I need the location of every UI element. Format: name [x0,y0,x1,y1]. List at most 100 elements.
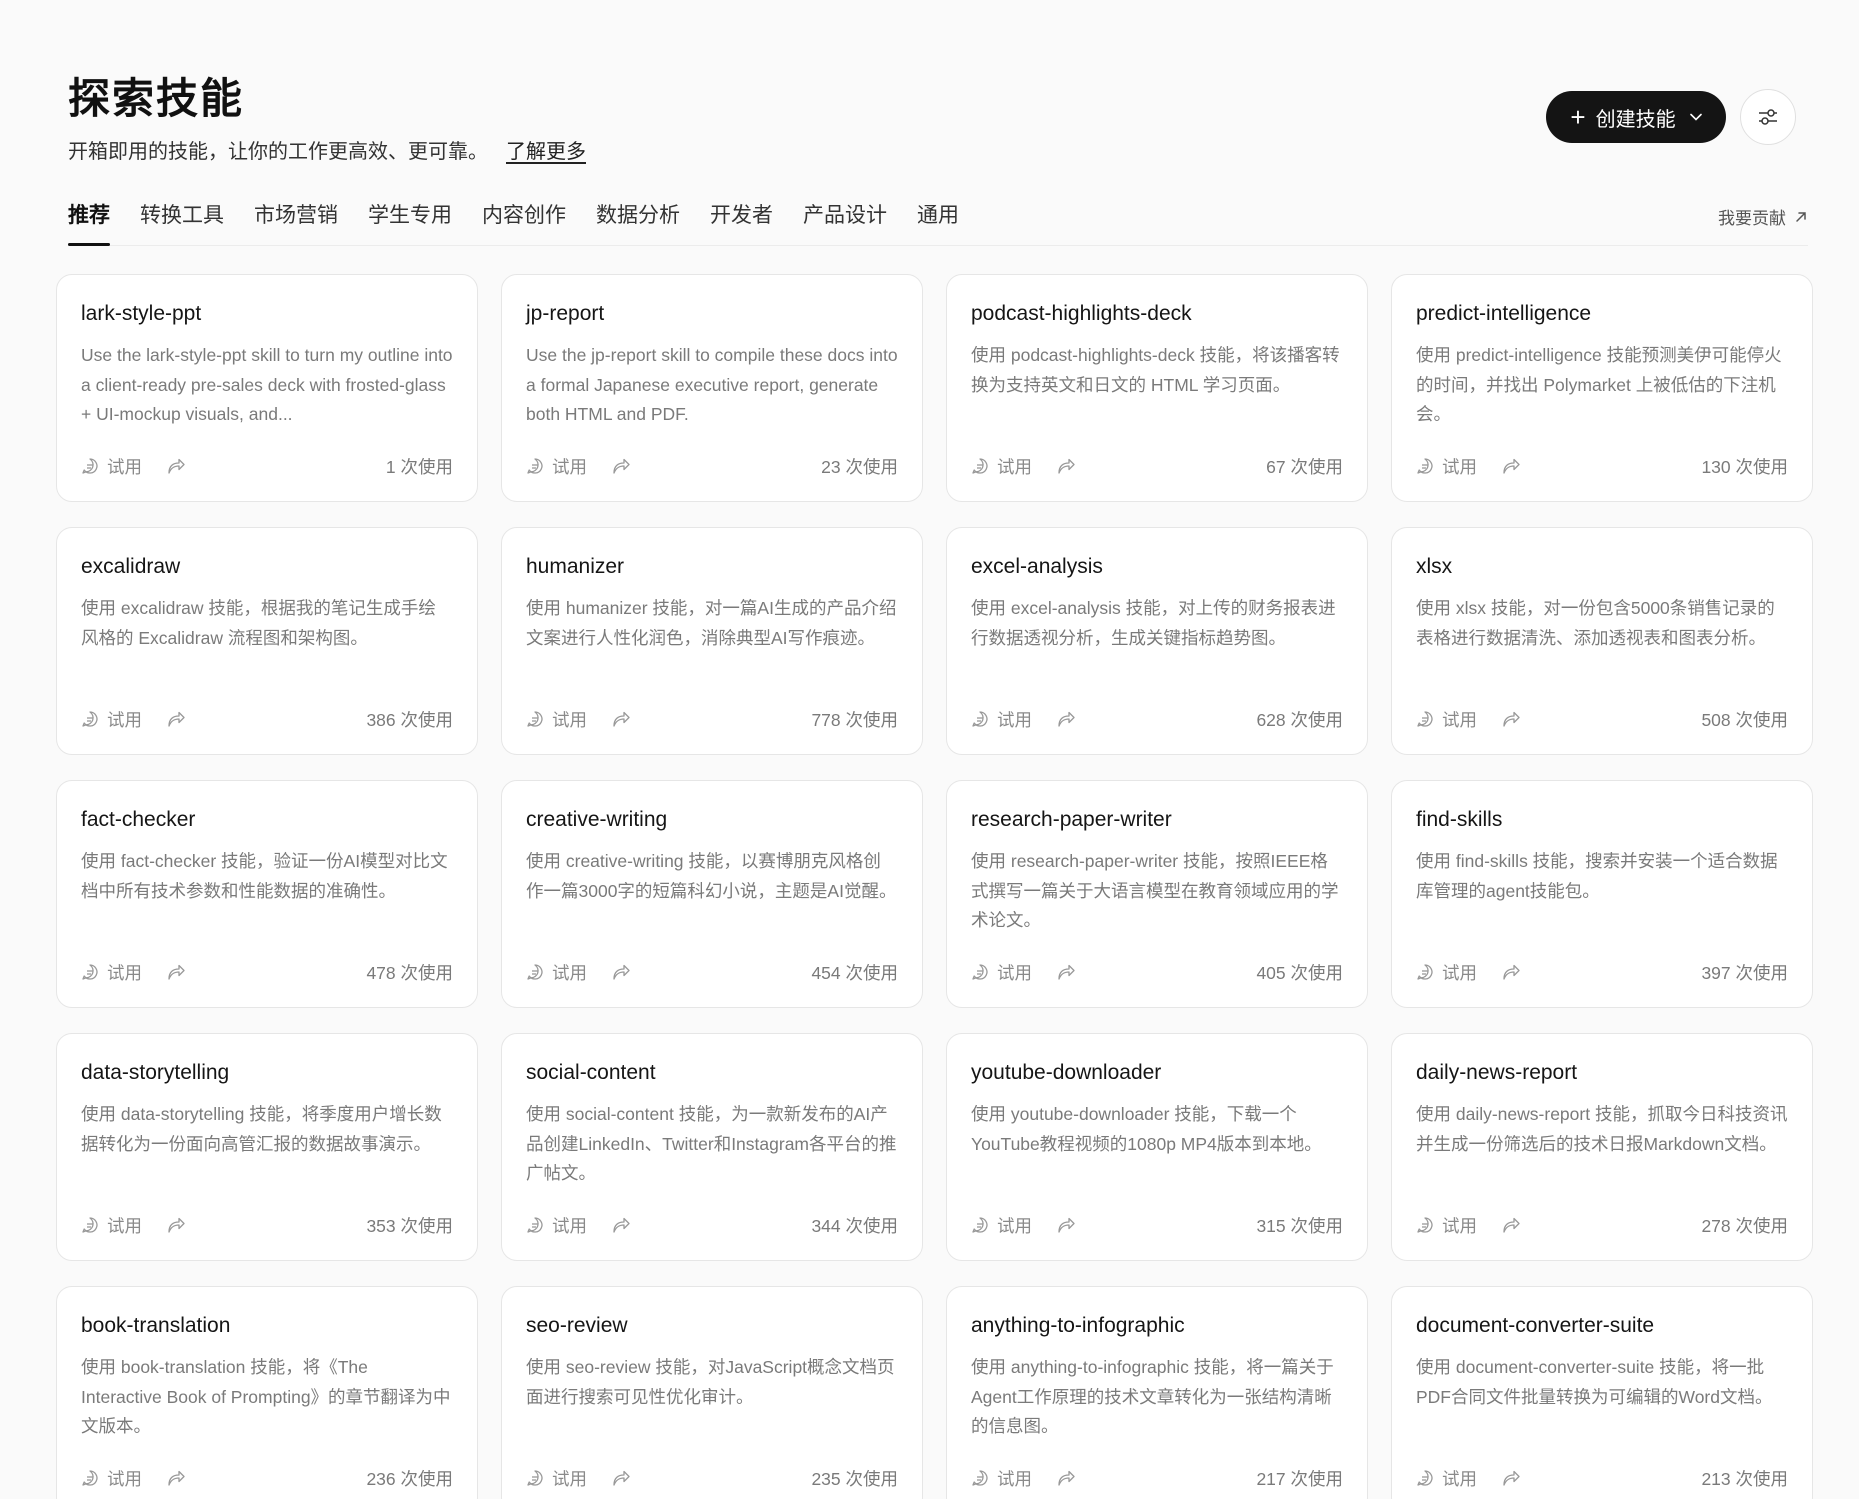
try-button[interactable]: 试用 [971,960,1032,985]
card-footer: 试用 478 次使用 [81,959,453,985]
chat-icon [971,710,989,728]
share-button[interactable] [611,710,631,728]
try-button[interactable]: 试用 [526,454,587,479]
try-button[interactable]: 试用 [1416,707,1477,732]
try-button[interactable]: 试用 [971,454,1032,479]
try-button[interactable]: 试用 [526,707,587,732]
skill-title: youtube-downloader [971,1061,1162,1084]
share-button[interactable] [1056,1469,1076,1487]
usage-count: 344 次使用 [811,1215,898,1236]
try-button[interactable]: 试用 [81,454,142,479]
share-button[interactable] [611,1469,631,1487]
try-button[interactable]: 试用 [1416,454,1477,479]
try-button[interactable]: 试用 [81,1466,142,1491]
try-button[interactable]: 试用 [971,1213,1032,1238]
share-button[interactable] [611,963,631,981]
skill-card[interactable]: youtube-downloader 使用 youtube-downloader … [946,1033,1368,1261]
page-subtitle: 开箱即用的技能，让你的工作更高效、更可靠。 [68,141,488,163]
try-button[interactable]: 试用 [971,1466,1032,1491]
share-button[interactable] [166,710,186,728]
skill-card[interactable]: podcast-highlights-deck 使用 podcast-highli… [946,274,1368,502]
share-button[interactable] [1056,963,1076,981]
skill-card[interactable]: creative-writing 使用 creative-writing 技能，以… [501,780,923,1008]
learn-more-link[interactable]: 了解更多 [506,138,586,166]
try-button[interactable]: 试用 [526,960,587,985]
share-button[interactable] [611,1216,631,1234]
skill-card[interactable]: document-converter-suite 使用 document-conv… [1391,1286,1813,1499]
skill-card[interactable]: xlsx 使用 xlsx 技能，对一份包含5000条销售记录的表格进行数据清洗、添… [1391,527,1813,755]
skill-description: 使用 social-content 技能，为一款新发布的AI产品创建Linked… [526,1104,897,1183]
share-button[interactable] [1056,457,1076,475]
share-button[interactable] [1501,457,1521,475]
share-button[interactable] [166,1469,186,1487]
skill-description: 使用 daily-news-report 技能，抓取今日科技资讯并生成一份筛选后… [1416,1104,1788,1154]
try-label: 试用 [552,709,587,730]
tab-8[interactable]: 通用 [917,196,959,244]
skill-description: 使用 excel-analysis 技能，对上传的财务报表进行数据透视分析，生成… [971,598,1336,648]
skill-card[interactable]: research-paper-writer 使用 research-paper-w… [946,780,1368,1008]
try-button[interactable]: 试用 [1416,960,1477,985]
tab-6[interactable]: 开发者 [710,196,773,244]
create-skill-button[interactable]: + 创建技能 [1546,91,1726,143]
tab-5[interactable]: 数据分析 [596,196,680,244]
tab-7[interactable]: 产品设计 [803,196,887,244]
skill-card[interactable]: daily-news-report 使用 daily-news-report 技能… [1391,1033,1813,1261]
share-icon [611,457,631,475]
share-button[interactable] [166,963,186,981]
skill-card[interactable]: humanizer 使用 humanizer 技能，对一篇AI生成的产品介绍文案进… [501,527,923,755]
share-button[interactable] [166,1216,186,1234]
share-button[interactable] [1501,963,1521,981]
card-footer: 试用 278 次使用 [1416,1212,1788,1238]
skill-card[interactable]: jp-report Use the jp-report skill to comp… [501,274,923,502]
tab-1[interactable]: 转换工具 [140,196,224,244]
skills-grid: lark-style-ppt Use the lark-style-ppt ski… [56,274,1813,1499]
skill-card[interactable]: anything-to-infographic 使用 anything-to-in… [946,1286,1368,1499]
usage-count: 67 次使用 [1266,456,1343,477]
skill-card[interactable]: data-storytelling 使用 data-storytelling 技能… [56,1033,478,1261]
try-label: 试用 [107,709,142,730]
try-button[interactable]: 试用 [81,960,142,985]
card-footer: 试用 23 次使用 [526,453,898,479]
try-button[interactable]: 试用 [1416,1213,1477,1238]
share-button[interactable] [1501,710,1521,728]
try-button[interactable]: 试用 [971,707,1032,732]
try-button[interactable]: 试用 [526,1213,587,1238]
tab-3[interactable]: 学生专用 [368,196,452,244]
share-button[interactable] [1056,710,1076,728]
tab-0[interactable]: 推荐 [68,196,110,246]
share-icon [611,1216,631,1234]
try-button[interactable]: 试用 [1416,1466,1477,1491]
skill-title: creative-writing [526,808,668,831]
skill-card[interactable]: seo-review 使用 seo-review 技能，对JavaScript概念… [501,1286,923,1499]
try-label: 试用 [1442,962,1477,983]
skill-card[interactable]: book-translation 使用 book-translation 技能，将… [56,1286,478,1499]
contribute-link[interactable]: 我要贡献 [1718,204,1808,229]
skill-card[interactable]: social-content 使用 social-content 技能，为一款新发… [501,1033,923,1261]
skill-description: Use the lark-style-ppt skill to turn my … [81,345,453,424]
tab-4[interactable]: 内容创作 [482,196,566,244]
skill-card[interactable]: fact-checker 使用 fact-checker 技能，验证一份AI模型对… [56,780,478,1008]
create-skill-label: 创建技能 [1595,108,1676,131]
skill-card[interactable]: predict-intelligence 使用 predict-intellige… [1391,274,1813,502]
try-button[interactable]: 试用 [81,1213,142,1238]
chat-icon [526,1469,544,1487]
skill-card[interactable]: excel-analysis 使用 excel-analysis 技能，对上传的财… [946,527,1368,755]
try-button[interactable]: 试用 [81,707,142,732]
share-button[interactable] [166,457,186,475]
skill-card[interactable]: find-skills 使用 find-skills 技能，搜索并安装一个适合数据… [1391,780,1813,1008]
filter-button[interactable] [1740,89,1796,145]
skill-card[interactable]: lark-style-ppt Use the lark-style-ppt ski… [56,274,478,502]
skill-description: 使用 xlsx 技能，对一份包含5000条销售记录的表格进行数据清洗、添加透视表… [1416,598,1775,648]
try-button[interactable]: 试用 [526,1466,587,1491]
share-button[interactable] [611,457,631,475]
share-button[interactable] [1501,1469,1521,1487]
skill-card[interactable]: excalidraw 使用 excalidraw 技能，根据我的笔记生成手绘风格的… [56,527,478,755]
skill-title: lark-style-ppt [81,302,202,325]
share-button[interactable] [1501,1216,1521,1234]
chat-icon [81,457,99,475]
share-icon [166,710,186,728]
share-button[interactable] [1056,1216,1076,1234]
usage-count: 353 次使用 [366,1215,453,1236]
tab-2[interactable]: 市场营销 [254,196,338,244]
try-label: 试用 [1442,456,1477,477]
